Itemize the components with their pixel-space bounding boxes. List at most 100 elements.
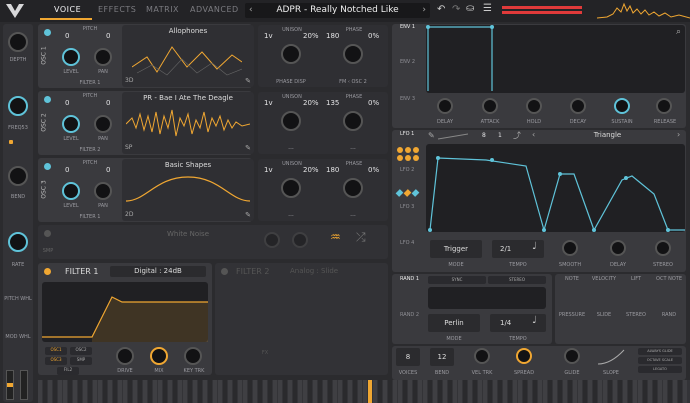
piano-key[interactable] — [158, 380, 162, 403]
piano-key[interactable] — [568, 380, 572, 403]
piano-key[interactable] — [108, 380, 112, 403]
piano-key[interactable] — [238, 380, 242, 403]
piano-key[interactable] — [148, 380, 152, 403]
lfo-1-tab[interactable]: LFO 1 — [400, 131, 414, 137]
osc-1-wavetable[interactable]: Allophones 3D ✎ — [122, 25, 254, 87]
piano-key[interactable] — [208, 380, 212, 403]
piano-key[interactable] — [133, 380, 137, 403]
osc-1-phase-rand[interactable]: 0% — [368, 32, 379, 40]
piano-key[interactable] — [548, 380, 552, 403]
piano-key[interactable] — [668, 380, 672, 403]
lfo-pencil-icon[interactable]: ✎ — [428, 131, 435, 140]
piano-key[interactable] — [403, 380, 407, 403]
filter-1-fil2-toggle[interactable]: FIL2 — [57, 367, 79, 375]
piano-key[interactable] — [323, 380, 327, 403]
piano-key[interactable] — [463, 380, 467, 403]
piano-key[interactable] — [88, 380, 92, 403]
mod-note[interactable]: NOTE — [556, 276, 588, 282]
piano-key[interactable] — [483, 380, 487, 403]
piano-key[interactable] — [48, 380, 52, 403]
piano-key[interactable] — [243, 380, 247, 403]
piano-key[interactable] — [508, 380, 512, 403]
osc-1-phase-value[interactable]: 180 — [326, 32, 339, 40]
tab-voice[interactable]: VOICE — [54, 5, 81, 14]
osc-3-pitch-semi[interactable]: 0 — [106, 166, 110, 174]
osc-1-pitch-semi[interactable]: 0 — [106, 32, 110, 40]
pitch-wheel[interactable] — [6, 370, 14, 400]
piano-key[interactable] — [378, 380, 382, 403]
piano-key[interactable] — [233, 380, 237, 403]
piano-key[interactable] — [183, 380, 187, 403]
piano-key[interactable] — [623, 380, 627, 403]
piano-key[interactable] — [438, 380, 442, 403]
piano-key[interactable] — [583, 380, 587, 403]
piano-key[interactable] — [653, 380, 657, 403]
piano-key[interactable] — [258, 380, 262, 403]
filter-1-response[interactable] — [42, 282, 208, 342]
piano-key[interactable] — [443, 380, 447, 403]
mod-wheel[interactable] — [20, 370, 28, 400]
sample-power[interactable] — [44, 230, 51, 237]
osc-3-filter-route[interactable]: FILTER 1 — [60, 214, 120, 220]
piano-key[interactable] — [643, 380, 647, 403]
osc-3-unison-detune[interactable]: 20% — [303, 166, 319, 174]
piano-key[interactable] — [538, 380, 542, 403]
piano-key[interactable] — [268, 380, 272, 403]
piano-key[interactable] — [613, 380, 617, 403]
filter-1-type[interactable]: Digital : 24dB — [110, 266, 206, 277]
piano-key[interactable] — [398, 380, 402, 403]
piano-key[interactable] — [683, 380, 687, 403]
lfo-paint-icon[interactable]: ⤴ — [513, 130, 521, 141]
rand-1-tab[interactable]: RAND 1 — [400, 276, 419, 282]
piano-key[interactable] — [673, 380, 677, 403]
piano-key[interactable] — [293, 380, 297, 403]
env-hold-knob[interactable] — [526, 98, 542, 114]
piano-key[interactable] — [618, 380, 622, 403]
filter-1-power[interactable] — [44, 268, 51, 275]
piano-key[interactable] — [603, 380, 607, 403]
osc-3-edit-icon[interactable]: ✎ — [245, 211, 251, 219]
rand-sync-note-icon[interactable]: ♩ — [532, 315, 537, 326]
next-preset-icon[interactable]: › — [422, 5, 426, 15]
osc-1-unison-detune[interactable]: 20% — [303, 32, 319, 40]
osc-3-pan-knob[interactable] — [94, 182, 112, 200]
lfo-smooth-icon[interactable] — [438, 132, 468, 140]
piano-key[interactable] — [163, 380, 167, 403]
osc-2-unison-detune[interactable]: 20% — [303, 99, 319, 107]
osc-3-power[interactable] — [44, 163, 51, 170]
piano-key[interactable] — [283, 380, 287, 403]
piano-key[interactable] — [303, 380, 307, 403]
piano-key[interactable] — [598, 380, 602, 403]
lfo-smooth-knob[interactable] — [562, 240, 578, 256]
spread-knob[interactable] — [516, 348, 532, 364]
piano-key[interactable] — [128, 380, 132, 403]
sample-keytrack-icon[interactable]: ♒ — [330, 230, 341, 244]
piano-key[interactable] — [318, 380, 322, 403]
piano-key[interactable] — [468, 380, 472, 403]
lfo-sync-note-icon[interactable]: ♩ — [532, 241, 537, 252]
piano-key[interactable] — [38, 380, 42, 403]
piano-key[interactable] — [413, 380, 417, 403]
save-icon[interactable]: ⛀ — [466, 3, 474, 14]
freq-knob[interactable] — [8, 96, 28, 116]
piano-key[interactable] — [278, 380, 282, 403]
piano-key[interactable] — [633, 380, 637, 403]
osc-2-filter-route[interactable]: FILTER 2 — [60, 147, 120, 153]
menu-icon[interactable]: ☰ — [483, 3, 492, 14]
bend-value[interactable]: 12 — [430, 348, 454, 366]
osc-3-bottom-right[interactable]: --- — [330, 213, 376, 219]
piano-key[interactable] — [363, 380, 367, 403]
piano-key[interactable] — [353, 380, 357, 403]
piano-key[interactable] — [543, 380, 547, 403]
piano-key[interactable] — [118, 380, 122, 403]
octave-scale-toggle[interactable]: OCTAVE SCALE — [638, 357, 682, 364]
piano-key[interactable] — [78, 380, 82, 403]
lfo-grid-x[interactable]: 8 — [482, 132, 486, 139]
osc-3-level-knob[interactable] — [62, 182, 80, 200]
osc-1-phase-knob[interactable] — [343, 44, 363, 64]
always-glide-toggle[interactable]: ALWAYS GLIDE — [638, 348, 682, 355]
osc-1-filter-route[interactable]: FILTER 1 — [60, 80, 120, 86]
lfo-stereo-knob[interactable] — [655, 240, 671, 256]
piano-key[interactable] — [83, 380, 87, 403]
piano-key[interactable] — [558, 380, 562, 403]
